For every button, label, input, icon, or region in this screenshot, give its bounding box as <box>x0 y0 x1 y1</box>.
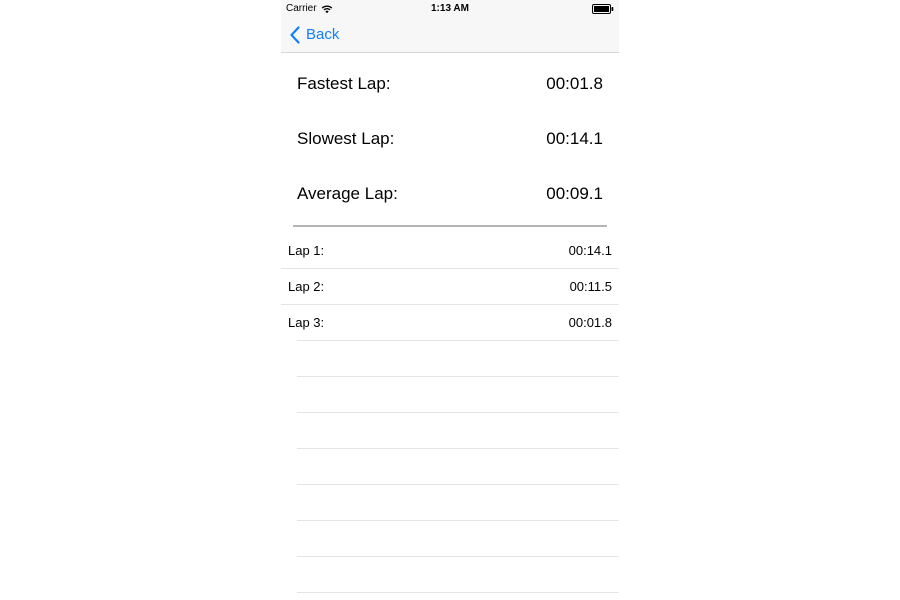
row-separator <box>297 376 619 377</box>
row-separator <box>297 592 619 593</box>
status-time: 1:13 AM <box>431 3 469 14</box>
row-separator <box>281 268 619 269</box>
fastest-lap-label: Fastest Lap: <box>297 74 391 93</box>
back-button[interactable]: Back <box>289 25 339 45</box>
screen-background: Carrier 1:13 AM Back Fastest Lap: 00:01.… <box>0 0 900 600</box>
chevron-left-icon <box>290 26 300 44</box>
lap-time: 00:14.1 <box>568 243 612 258</box>
row-separator <box>297 520 619 521</box>
lap-time: 00:11.5 <box>569 279 612 294</box>
navigation-bar: Back <box>281 18 619 53</box>
lap-row-1[interactable]: Lap 1: 00:14.1 <box>281 235 619 271</box>
lap-label: Lap 3: <box>288 315 325 330</box>
average-lap-row: Average Lap: 00:09.1 <box>297 179 603 209</box>
slowest-lap-value: 00:14.1 <box>546 129 603 148</box>
lap-label: Lap 1: <box>288 243 325 258</box>
stats-divider <box>293 225 607 227</box>
status-bar: Carrier 1:13 AM <box>281 0 619 18</box>
row-separator <box>281 304 619 305</box>
fastest-lap-row: Fastest Lap: 00:01.8 <box>297 69 603 99</box>
average-lap-label: Average Lap: <box>297 184 398 203</box>
row-separator <box>297 412 619 413</box>
fastest-lap-value: 00:01.8 <box>546 74 603 93</box>
lap-label: Lap 2: <box>288 279 325 294</box>
row-separator <box>297 448 619 449</box>
row-separator <box>297 556 619 557</box>
lap-time: 00:01.8 <box>568 315 612 330</box>
slowest-lap-label: Slowest Lap: <box>297 129 395 148</box>
back-label: Back <box>306 26 340 43</box>
lap-row-2[interactable]: Lap 2: 00:11.5 <box>281 271 619 307</box>
slowest-lap-row: Slowest Lap: 00:14.1 <box>297 124 603 154</box>
lap-row-3[interactable]: Lap 3: 00:01.8 <box>281 307 619 343</box>
battery-icon <box>592 4 614 14</box>
phone-screen: Carrier 1:13 AM Back Fastest Lap: 00:01.… <box>281 0 619 600</box>
row-separator <box>297 484 619 485</box>
average-lap-value: 00:09.1 <box>546 184 603 203</box>
row-separator <box>297 340 619 341</box>
